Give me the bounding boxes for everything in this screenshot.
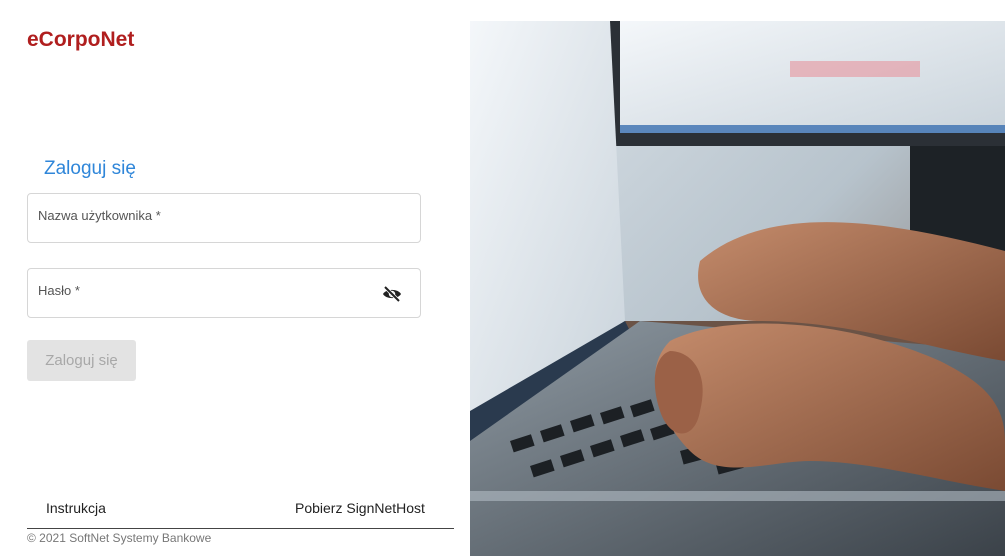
username-label: Nazwa użytkownika *: [38, 208, 161, 223]
instrukcja-link[interactable]: Instrukcja: [46, 500, 106, 516]
login-panel: eCorpoNet Zaloguj się Nazwa użytkownika …: [0, 0, 470, 556]
hero-photo: [470, 21, 1005, 556]
footer-divider: [27, 528, 454, 529]
login-button[interactable]: Zaloguj się: [27, 340, 136, 381]
page-title: Zaloguj się: [44, 158, 136, 179]
eye-slash-icon[interactable]: [382, 285, 402, 303]
username-field[interactable]: Nazwa użytkownika *: [27, 193, 421, 243]
brand-logo: eCorpoNet: [27, 28, 135, 51]
copyright-text: © 2021 SoftNet Systemy Bankowe: [27, 531, 212, 545]
password-label: Hasło *: [38, 283, 80, 298]
password-field[interactable]: Hasło *: [27, 268, 421, 318]
pobierz-signnethost-link[interactable]: Pobierz SignNetHost: [295, 500, 425, 516]
